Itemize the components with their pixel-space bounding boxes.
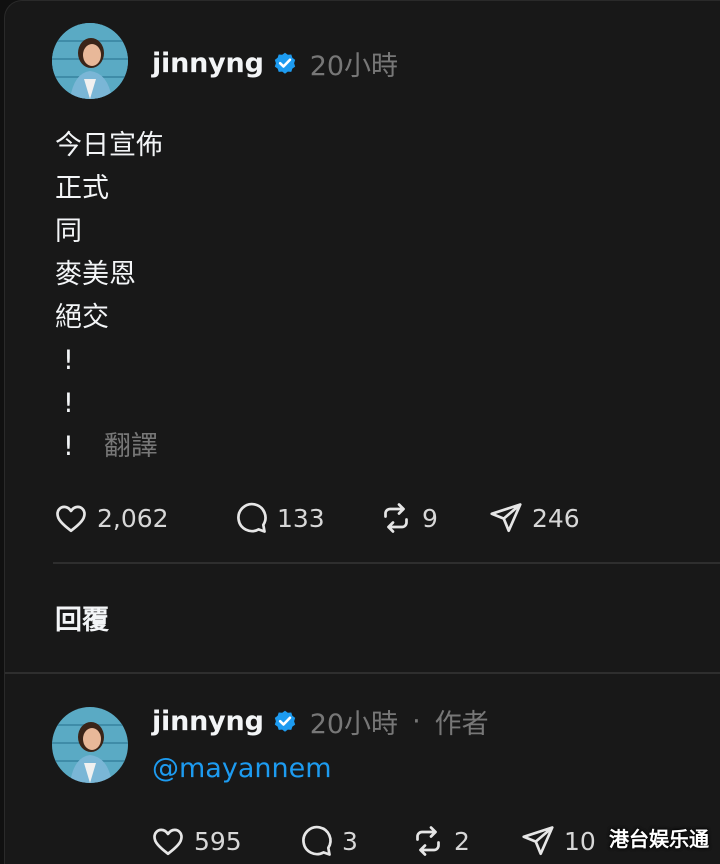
share-button[interactable]: 246 xyxy=(488,498,580,538)
share-count: 246 xyxy=(532,503,580,533)
like-count: 2,062 xyxy=(97,503,169,533)
like-count: 595 xyxy=(194,826,242,856)
avatar[interactable] xyxy=(52,23,128,99)
author-badge: 作者 xyxy=(434,708,489,740)
like-button[interactable]: 595 xyxy=(150,821,242,861)
post-line: 同 xyxy=(55,216,82,247)
reply-actions: 595 3 2 10 xyxy=(150,821,630,861)
post-line: 正式 xyxy=(55,173,109,204)
reply-time[interactable]: 20小時 xyxy=(310,702,398,741)
post-time[interactable]: 20小時 xyxy=(310,44,398,83)
repost-button[interactable]: 9 xyxy=(378,498,438,538)
repost-count: 2 xyxy=(454,826,470,856)
post-text: 今日宣佈 正式 同 麥美恩 絕交 ! ! ! 翻譯 xyxy=(55,124,163,468)
send-icon xyxy=(490,503,522,533)
heart-icon xyxy=(153,828,183,856)
divider xyxy=(53,562,720,564)
avatar-photo xyxy=(52,707,128,783)
comment-button[interactable]: 3 xyxy=(298,821,358,861)
mention-link[interactable]: @mayannem xyxy=(152,753,332,784)
post-line: ! xyxy=(63,431,74,462)
comment-count: 133 xyxy=(277,503,325,533)
repost-button[interactable]: 2 xyxy=(410,821,470,861)
post-header: jinnyng 20小時 xyxy=(152,43,398,83)
post-line: 絕交 xyxy=(55,302,109,333)
translate-link[interactable]: 翻譯 xyxy=(104,431,158,462)
thread-panel: jinnyng 20小時 今日宣佈 正式 同 麥美恩 絕交 ! ! ! 翻譯 2,… xyxy=(4,0,720,864)
post-actions: 2,062 133 9 246 xyxy=(53,498,673,538)
comment-button[interactable]: 133 xyxy=(233,498,325,538)
reply-header: jinnyng 20小時 · 作者 xyxy=(152,701,489,741)
post-line: ! xyxy=(63,345,74,376)
reply-username[interactable]: jinnyng xyxy=(152,706,264,737)
verified-badge-icon xyxy=(274,710,295,732)
replies-heading[interactable]: 回覆 xyxy=(55,598,109,637)
avatar-photo xyxy=(52,23,128,99)
post-line: 麥美恩 xyxy=(55,259,136,290)
reply-avatar[interactable] xyxy=(52,707,128,783)
comment-count: 3 xyxy=(342,826,358,856)
like-button[interactable]: 2,062 xyxy=(53,498,169,538)
comment-bubble-icon xyxy=(237,502,267,533)
post-line: ! xyxy=(63,388,74,419)
send-icon xyxy=(522,826,554,856)
separator-dot: · xyxy=(412,705,421,737)
heart-icon xyxy=(56,505,86,533)
divider xyxy=(5,672,720,674)
repost-icon xyxy=(416,826,440,856)
verified-badge-icon xyxy=(274,52,295,74)
post-line-last: ! 翻譯 xyxy=(55,425,163,468)
post-line: 今日宣佈 xyxy=(55,130,163,161)
share-count: 10 xyxy=(564,826,596,856)
repost-icon xyxy=(384,503,408,533)
share-button[interactable]: 10 xyxy=(520,821,596,861)
username[interactable]: jinnyng xyxy=(152,48,264,79)
repost-count: 9 xyxy=(422,503,438,533)
comment-bubble-icon xyxy=(302,825,332,856)
watermark-text: 港台娱乐通 xyxy=(609,827,709,851)
